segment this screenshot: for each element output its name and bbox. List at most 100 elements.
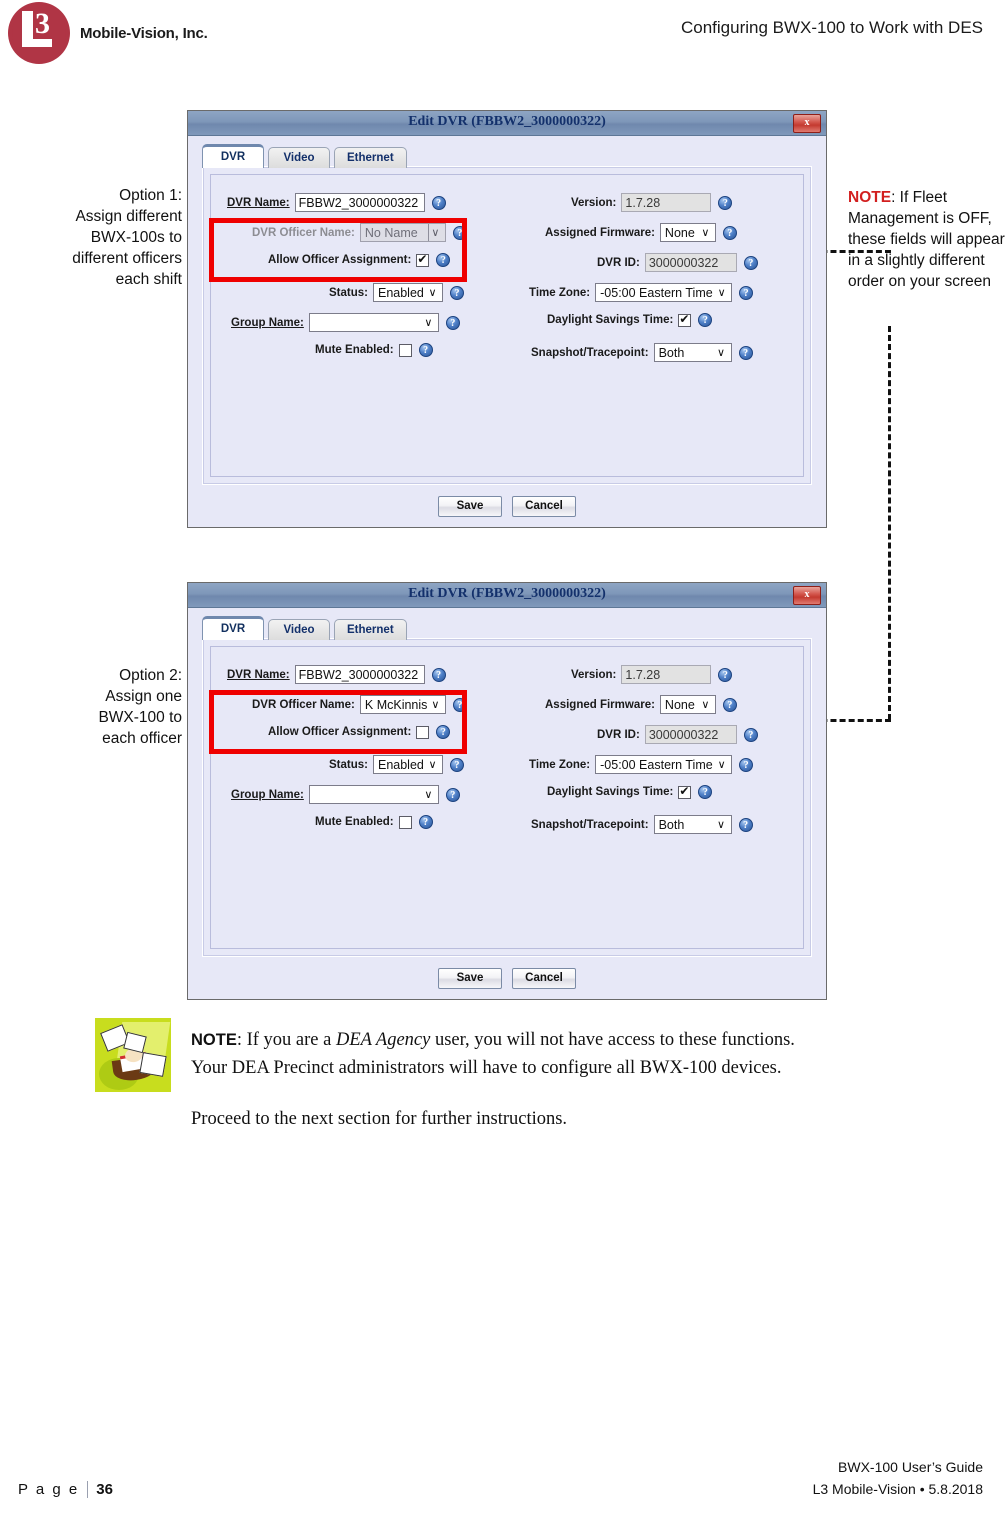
checkbox-daylight-savings-time[interactable] [678, 312, 692, 327]
help-icon-dvr-id[interactable]: ? [743, 255, 758, 270]
close-icon[interactable]: x [793, 586, 821, 605]
help-icon-dvr-officer-name[interactable]: ? [452, 225, 467, 240]
label-snapshot-tracepoint: Snapshot/Tracepoint: [531, 346, 649, 359]
label-dvr-id: DVR ID: [597, 728, 640, 741]
checkbox-allow-officer-assignment[interactable] [416, 252, 430, 267]
help-icon-group-name[interactable]: ? [445, 315, 460, 330]
cancel-button[interactable]: Cancel [512, 496, 576, 517]
page-header-title: Configuring BWX-100 to Work with DES [680, 18, 983, 37]
help-icon-dvr-name[interactable]: ? [431, 195, 446, 210]
checkbox-allow-officer-assignment[interactable] [416, 725, 430, 739]
chevron-down-icon: ∨ [717, 819, 726, 831]
label-mute-enabled: Mute Enabled: [315, 816, 394, 828]
dvr-settings-panel: DVR Name: FBBW2_3000000322 ? DVR Officer… [202, 166, 812, 485]
help-icon-group-name[interactable]: ? [445, 787, 460, 802]
select-dvr-officer-name[interactable]: K McKinnis ∨ [359, 695, 446, 714]
label-dvr-id: DVR ID: [597, 256, 640, 269]
help-icon-mute-enabled[interactable]: ? [418, 343, 433, 357]
select-status[interactable]: Enabled ∨ [372, 755, 443, 774]
close-icon[interactable]: x [793, 114, 821, 133]
field-time-zone: Time Zone: -05:00 Eastern Time ∨ ? [529, 283, 754, 302]
field-mute-enabled: Mute Enabled: ? [315, 343, 433, 357]
select-snapshot-tracepoint[interactable]: Both ∨ [653, 815, 732, 834]
help-icon-assigned-firmware[interactable]: ? [722, 225, 737, 240]
help-icon-time-zone[interactable]: ? [739, 285, 754, 300]
field-snapshot-tracepoint: Snapshot/Tracepoint: Both ∨ ? [531, 343, 753, 362]
field-dvr-name: DVR Name: FBBW2_3000000322 ? [227, 665, 446, 684]
footer-company-date: L3 Mobile-Vision • 5.8.2018 [812, 1481, 983, 1497]
select-time-zone[interactable]: -05:00 Eastern Time ∨ [595, 283, 733, 302]
label-dvr-name: DVR Name: [227, 668, 290, 681]
help-icon-assigned-firmware[interactable]: ? [722, 697, 737, 712]
tab-ethernet[interactable]: Ethernet [334, 619, 407, 640]
help-icon-snapshot-tracepoint[interactable]: ? [738, 817, 753, 832]
tab-ethernet[interactable]: Ethernet [334, 147, 407, 168]
help-icon-allow-officer-assignment[interactable]: ? [436, 725, 451, 739]
edit-dvr-dialog-option1: Edit DVR (FBBW2_3000000322) x DVR Video … [187, 110, 827, 528]
checkbox-mute-enabled[interactable] [398, 343, 412, 357]
help-icon-dvr-name[interactable]: ? [431, 667, 446, 682]
select-assigned-firmware[interactable]: None ∨ [659, 695, 716, 714]
select-time-zone[interactable]: -05:00 Eastern Time ∨ [595, 755, 733, 774]
label-allow-officer-assignment: Allow Officer Assignment: [268, 254, 412, 266]
help-icon-status[interactable]: ? [449, 285, 464, 300]
input-dvr-name[interactable]: FBBW2_3000000322 [294, 193, 425, 212]
dialog-titlebar: Edit DVR (FBBW2_3000000322) x [188, 111, 826, 136]
checkbox-daylight-savings-time[interactable] [678, 784, 692, 799]
select-dvr-officer-name-value: No Name [364, 226, 418, 240]
label-assigned-firmware: Assigned Firmware: [545, 226, 655, 239]
footer-guide-title: BWX-100 User’s Guide [838, 1459, 983, 1475]
help-icon-mute-enabled[interactable]: ? [418, 815, 433, 829]
annotation-note-fleet-management: NOTE: If Fleet Management is OFF, these … [848, 187, 1005, 292]
select-snapshot-tracepoint[interactable]: Both ∨ [653, 343, 732, 362]
select-group-name[interactable]: ∨ [308, 313, 439, 332]
help-icon-version[interactable]: ? [718, 667, 733, 682]
chevron-down-icon: ∨ [431, 227, 440, 239]
field-snapshot-tracepoint: Snapshot/Tracepoint: Both ∨ ? [531, 815, 753, 834]
dvr-settings-panel: DVR Name: FBBW2_3000000322 ? DVR Officer… [202, 638, 812, 957]
field-dvr-officer-name: DVR Officer Name: K McKinnis ∨ ? [252, 695, 467, 714]
footer-page-number: 36 [96, 1481, 113, 1498]
input-dvr-name[interactable]: FBBW2_3000000322 [294, 665, 425, 684]
checkbox-mute-enabled[interactable] [398, 815, 412, 829]
company-logo: 3 Mobile-Vision, Inc. [8, 2, 218, 64]
cancel-button[interactable]: Cancel [512, 968, 576, 989]
note-icon-paper-3 [139, 1052, 167, 1077]
select-time-zone-value: -05:00 Eastern Time [600, 286, 713, 300]
help-icon-time-zone[interactable]: ? [739, 757, 754, 772]
label-time-zone: Time Zone: [529, 758, 591, 771]
edit-dvr-dialog-option2: Edit DVR (FBBW2_3000000322) x DVR Video … [187, 582, 827, 1000]
bottom-note-line1-a: : If you are a [236, 1030, 336, 1050]
bottom-note-line1-b: user, you will not have access to these … [430, 1030, 795, 1050]
help-icon-version[interactable]: ? [718, 195, 733, 210]
save-button[interactable]: Save [438, 968, 502, 989]
tabstrip: DVR Video Ethernet [202, 144, 407, 168]
dvr-settings-panel-inner: DVR Name: FBBW2_3000000322 ? DVR Officer… [210, 174, 804, 477]
help-icon-dvr-id[interactable]: ? [743, 727, 758, 742]
help-icon-daylight-savings-time[interactable]: ? [698, 785, 713, 799]
save-button[interactable]: Save [438, 496, 502, 517]
tab-dvr[interactable]: DVR [202, 616, 264, 640]
dvr-settings-panel-inner: DVR Name: FBBW2_3000000322 ? DVR Officer… [210, 646, 804, 949]
field-version: Version: 1.7.28 ? [571, 665, 733, 684]
help-icon-status[interactable]: ? [449, 757, 464, 772]
footer-page-word: P a g e [18, 1481, 80, 1498]
dialog-body: DVR Video Ethernet DVR Name: FBBW2_30000… [188, 608, 826, 999]
tab-video[interactable]: Video [268, 147, 330, 168]
select-assigned-firmware[interactable]: None ∨ [659, 223, 716, 242]
chevron-down-icon: ∨ [717, 759, 726, 771]
field-status: Status: Enabled ∨ ? [329, 755, 464, 774]
tab-video[interactable]: Video [268, 619, 330, 640]
label-dvr-officer-name: DVR Officer Name: [252, 698, 355, 711]
label-allow-officer-assignment: Allow Officer Assignment: [268, 726, 412, 738]
tab-dvr[interactable]: DVR [202, 144, 264, 168]
label-daylight-savings-time: Daylight Savings Time: [547, 786, 674, 798]
select-group-name[interactable]: ∨ [308, 785, 439, 804]
select-status[interactable]: Enabled ∨ [372, 283, 443, 302]
select-dvr-officer-name[interactable]: No Name ∨ [359, 223, 446, 242]
note-keyword: NOTE [848, 189, 892, 206]
help-icon-allow-officer-assignment[interactable]: ? [436, 253, 451, 267]
help-icon-snapshot-tracepoint[interactable]: ? [738, 345, 753, 360]
help-icon-dvr-officer-name[interactable]: ? [452, 697, 467, 712]
help-icon-daylight-savings-time[interactable]: ? [698, 313, 713, 327]
